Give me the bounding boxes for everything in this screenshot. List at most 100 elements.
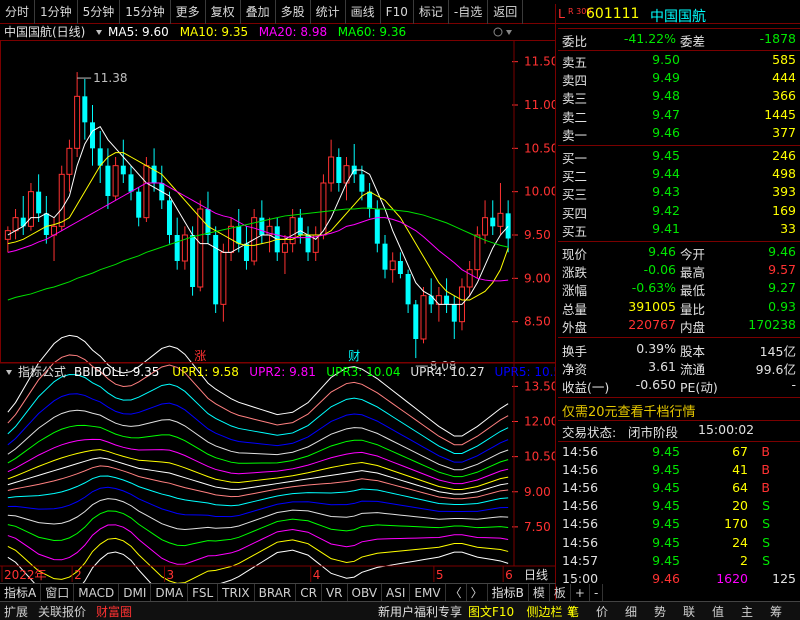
candle-body-54 (420, 295, 427, 340)
stat2-value1-1: 3.61 (648, 359, 676, 375)
indicator-tab-13[interactable]: 〈 (446, 583, 467, 602)
panel-tab-0[interactable]: 笔 (567, 603, 579, 620)
ma-legend-0: MA5: 9.60 (108, 25, 169, 39)
weibi-value: -41.22% (623, 31, 676, 46)
candle-body-4 (36, 191, 42, 214)
chart-collapse-icon[interactable] (506, 30, 512, 35)
indicator-tab-0[interactable]: 指标A (0, 583, 42, 602)
sell-vol-3: 1445 (764, 106, 796, 122)
toolbar-item-10[interactable]: F10 (381, 0, 414, 24)
panel-tab-5[interactable]: 值 (712, 603, 724, 620)
stat-value2-4: 170238 (748, 316, 796, 332)
indicator-tab-12[interactable]: EMV (410, 583, 446, 602)
status-item-1[interactable]: 关联报价 (38, 603, 86, 620)
indicator-legend-5: UPR5: 10.50 (495, 365, 557, 379)
x-tick-label-0: 2022年 (4, 568, 47, 582)
toolbar-item-4[interactable]: 更多 (171, 0, 206, 24)
indicator-tab-18[interactable]: + (571, 583, 590, 602)
bottom-status-bar: 扩展 关联报价 财富圈 新用户福利专享 图文F10 侧边栏《笔价细势联值主筹 (0, 601, 800, 620)
stat-row-3: 总量 391005 量比 0.93 (558, 299, 800, 317)
toolbar-item-11[interactable]: 标记 (414, 0, 449, 24)
indicator-tab-10[interactable]: OBV (348, 583, 383, 602)
panel-tab-6[interactable]: 主 (741, 603, 753, 620)
toolbar-item-1[interactable]: 1分钟 (35, 0, 78, 24)
candle-body-22 (174, 235, 180, 261)
status-item-0[interactable]: 扩展 (4, 603, 28, 620)
sell-label-3: 卖二 (562, 109, 588, 125)
toolbar-item-5[interactable]: 复权 (206, 0, 241, 24)
buy-vol-3: 169 (772, 202, 796, 218)
period-label[interactable]: 日线 (524, 568, 548, 582)
indicator-tab-5[interactable]: FSL (188, 583, 219, 602)
status-right-0[interactable]: 新用户福利专享 (378, 603, 462, 620)
indicator-tab-17[interactable]: 板 (550, 583, 571, 602)
sell-label-2: 卖三 (562, 91, 588, 107)
panel-tab-3[interactable]: 势 (654, 603, 666, 620)
sell-vol-1: 444 (772, 70, 796, 86)
tick-row-5: 14:56 9.45 24 S (558, 535, 800, 553)
buy-level-0: 买一 9.45 246 (558, 148, 800, 166)
indicator-tab-19[interactable]: - (590, 583, 604, 602)
toolbar-item-6[interactable]: 叠加 (241, 0, 276, 24)
panel-tab-2[interactable]: 细 (625, 603, 637, 620)
indicator-tab-4[interactable]: DMA (151, 583, 189, 602)
indicator-tab-1[interactable]: 窗口 (41, 583, 75, 602)
toolbar-item-0[interactable]: 分时 (0, 0, 36, 24)
status-item-2[interactable]: 财富圈 (96, 603, 132, 620)
main-pane-frame (0, 40, 556, 363)
boll-band-14 (7, 374, 509, 454)
candle-body-65 (505, 213, 511, 239)
status-right-1[interactable]: 图文F10 (468, 603, 514, 620)
toolbar-item-7[interactable]: 多股 (276, 0, 311, 24)
tick-row-0: 14:56 9.45 67 B (558, 444, 800, 462)
indicator-tab-2[interactable]: MACD (74, 583, 120, 602)
event-mark-cai[interactable]: 财 (348, 349, 360, 363)
indicator-dropdown-icon[interactable] (6, 370, 12, 375)
indicator-tab-15[interactable]: 指标B (488, 583, 529, 602)
indicator-tab-7[interactable]: BRAR (255, 583, 297, 602)
panel-tab-7[interactable]: 筹 (770, 603, 782, 620)
candle-body-11 (90, 122, 96, 149)
weicha-label: 委差 (680, 34, 706, 49)
candle-body-51 (397, 261, 403, 274)
stock-code[interactable]: 601111 (586, 6, 639, 22)
indicator-tab-14[interactable]: 〉 (467, 583, 488, 602)
toolbar-item-9[interactable]: 画线 (346, 0, 381, 24)
sell-label-0: 卖五 (562, 55, 588, 70)
kline-chart-area[interactable]: 8.509.009.5010.0010.5011.0011.5011.388.0… (0, 24, 556, 584)
sell-vol-2: 366 (772, 88, 796, 104)
y-tick-label-1: 9.00 (524, 271, 551, 285)
stat-row-0: 现价 9.46 今开 9.46 (558, 244, 800, 262)
stat-row-2: 涨幅 -0.63% 最低 9.27 (558, 280, 800, 298)
candle-body-5 (43, 213, 49, 235)
tick-price-4: 9.45 (652, 516, 680, 532)
candle-body-30 (236, 226, 242, 244)
toolbar-item-2[interactable]: 5分钟 (78, 0, 121, 24)
toolbar-item-3[interactable]: 15分钟 (120, 0, 171, 24)
toolbar-item-12[interactable]: -自选 (449, 0, 489, 24)
panel-tab-1[interactable]: 价 (596, 603, 608, 620)
toolbar-item-8[interactable]: 统计 (311, 0, 346, 24)
stock-name[interactable]: 中国国航 (650, 6, 706, 26)
indicator-tab-6[interactable]: TRIX (218, 583, 255, 602)
main-title: 中国国航(日线) (4, 24, 85, 39)
tick-vol-7: 1620 (716, 570, 748, 586)
toolbar-item-13[interactable]: 返回 (488, 0, 524, 24)
legend-dropdown-icon[interactable] (96, 30, 102, 35)
indicator-tab-9[interactable]: VR (322, 583, 348, 602)
indicator-tab-8[interactable]: CR (296, 583, 322, 602)
panel-tab-4[interactable]: 联 (683, 603, 695, 620)
sell-vol-0: 585 (772, 52, 796, 67)
tick-row-1: 14:56 9.45 41 B (558, 462, 800, 480)
x-axis: 2022年 2 3 4 5 6 日线 (1, 566, 548, 582)
x-tick-label-3: 4 (313, 568, 321, 582)
event-mark-zhang[interactable]: 涨 (194, 348, 206, 363)
indicator-tab-3[interactable]: DMI (119, 583, 152, 602)
stat-label2-3: 量比 (680, 301, 706, 317)
index-badge: R 300 (568, 7, 592, 16)
indicator-tab-16[interactable]: 模 (529, 583, 550, 602)
buy-vol-4: 33 (780, 220, 796, 236)
chart-settings-icon[interactable] (493, 27, 503, 37)
indicator-tab-11[interactable]: ASI (382, 583, 411, 602)
promo-link[interactable]: 仅需20元查看千档行情 (562, 401, 696, 420)
